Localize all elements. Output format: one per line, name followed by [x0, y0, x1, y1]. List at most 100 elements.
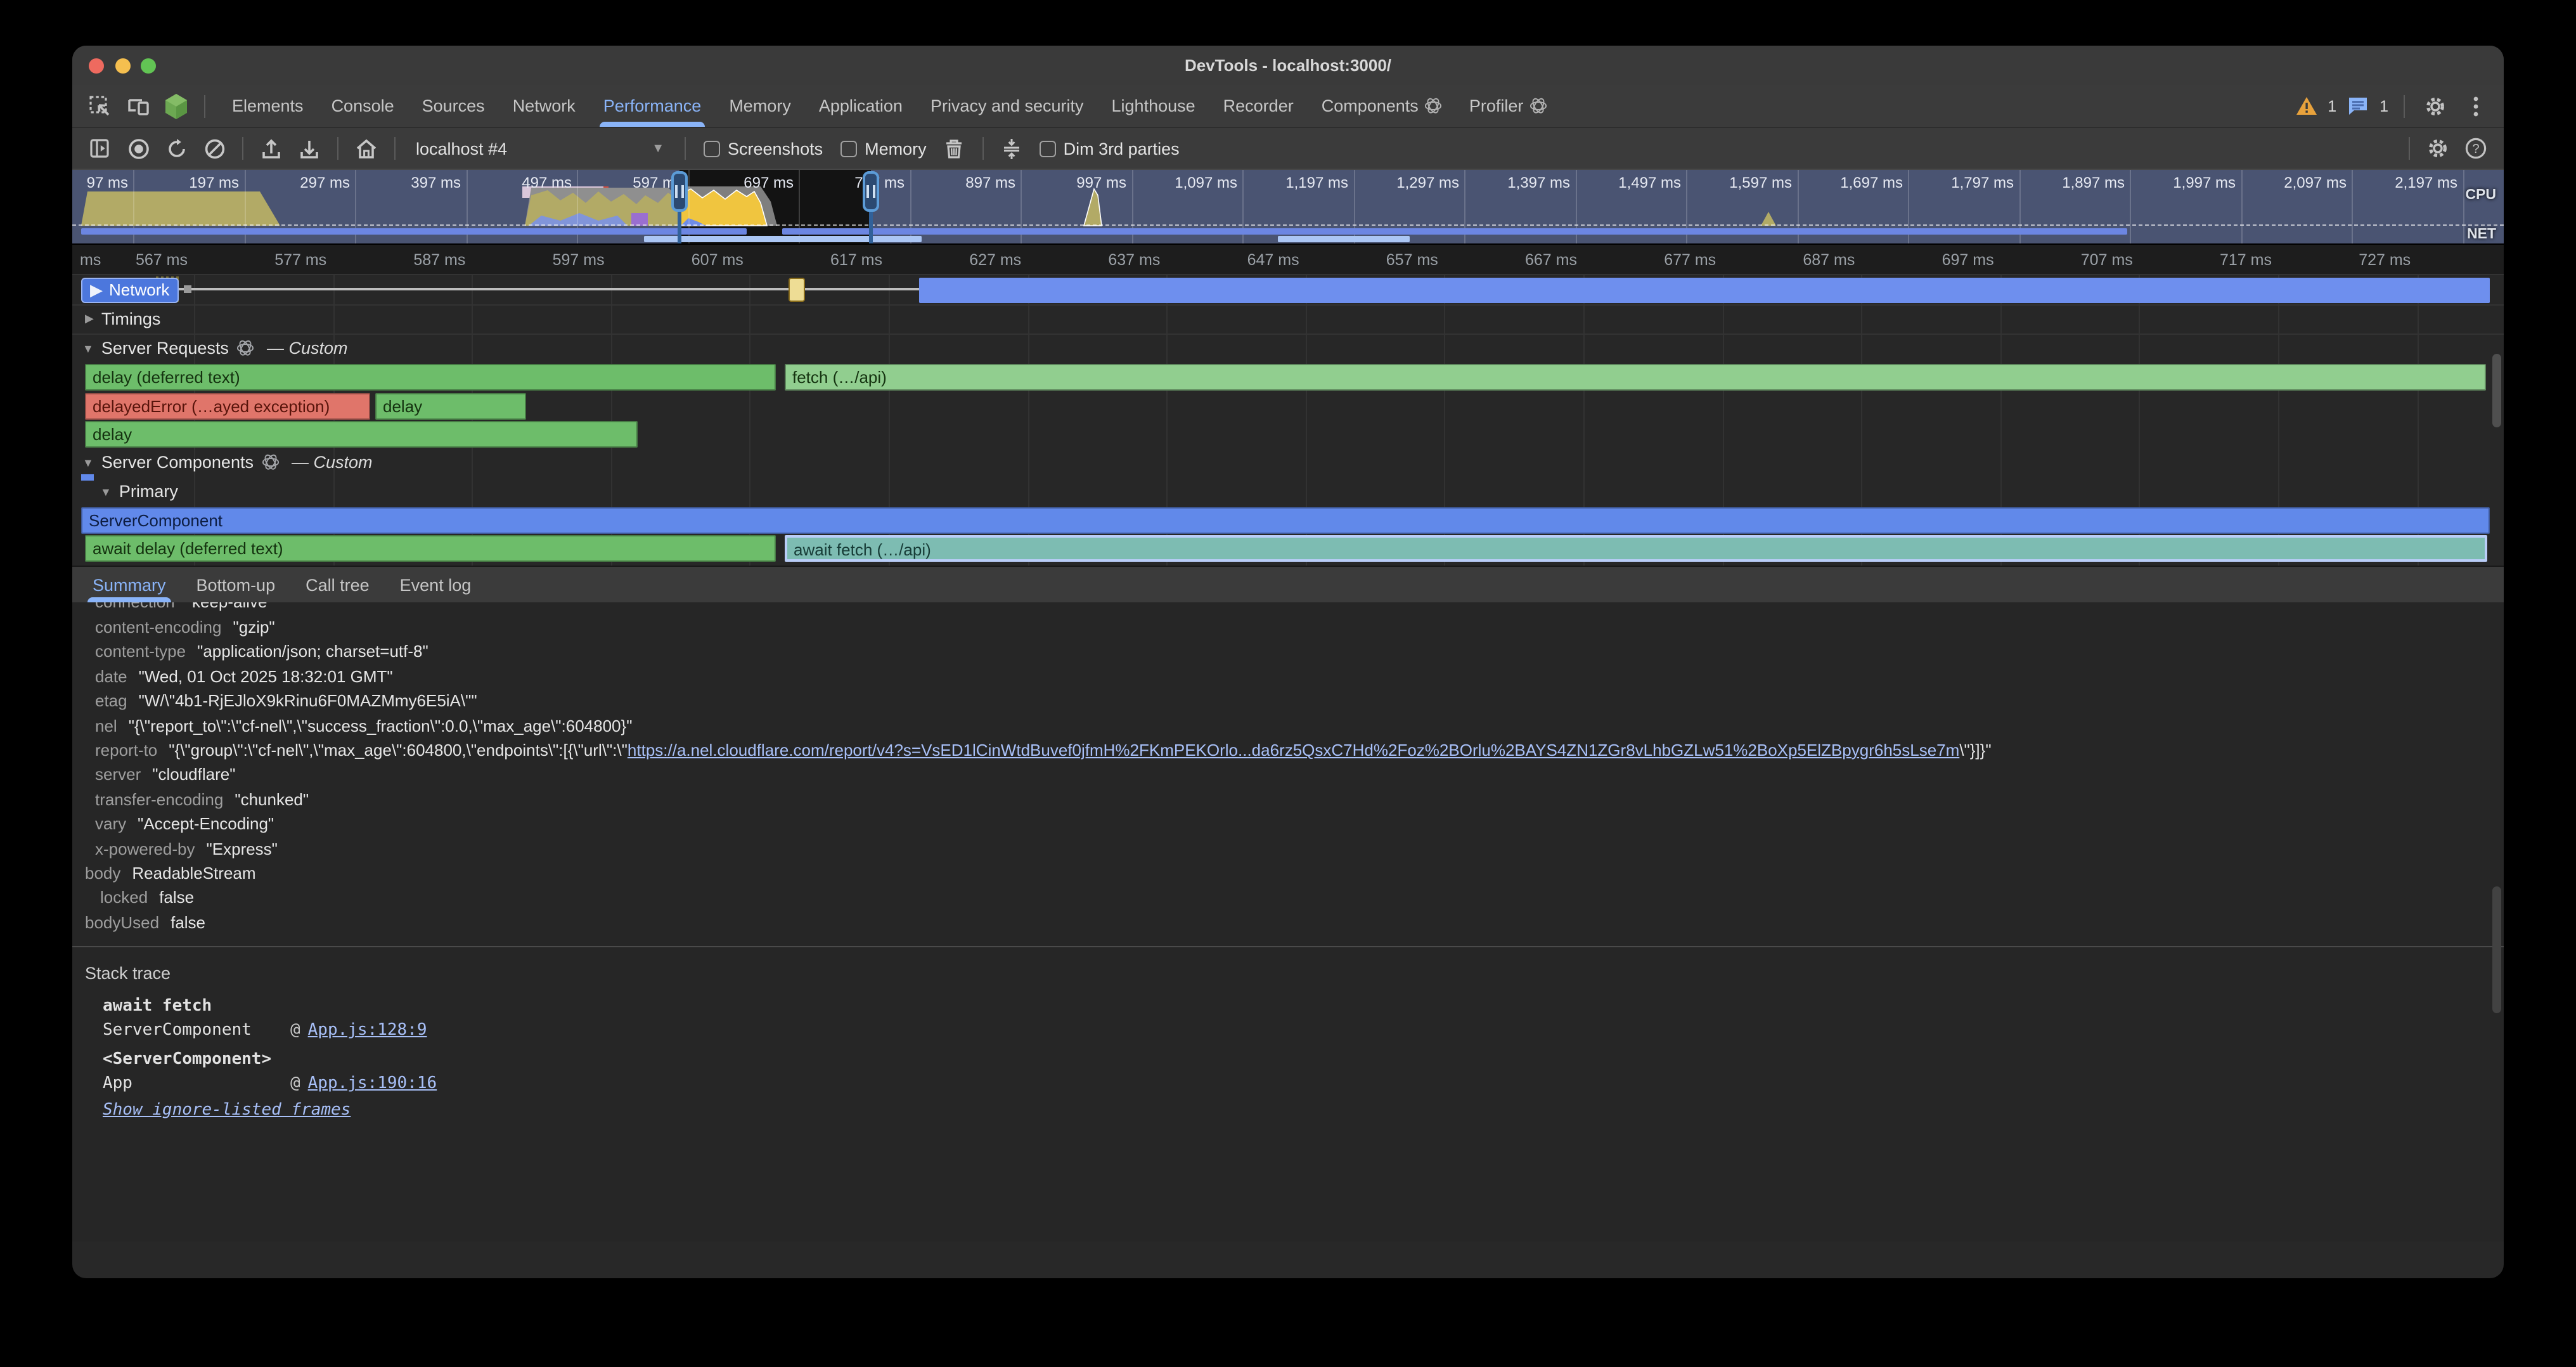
server-components-row-2: await delay (deferred text) await fetch (…	[72, 534, 2504, 563]
home-icon[interactable]	[351, 133, 382, 164]
device-toolbar-icon[interactable]	[123, 91, 153, 121]
tab-label: Components	[1322, 96, 1419, 115]
network-yellow-event[interactable]	[789, 278, 805, 302]
network-track-label[interactable]: ▶ Network	[81, 277, 178, 302]
summary-kv: content-encoding"gzip"	[85, 615, 2504, 640]
flame-scrollbar-thumb[interactable]	[2492, 354, 2501, 427]
summary-value: "gzip"	[233, 618, 275, 637]
zoom-window-button[interactable]	[141, 58, 156, 73]
tab-recorder[interactable]: Recorder	[1209, 85, 1308, 127]
summary-key: transfer-encoding	[95, 789, 223, 808]
record-and-reload-button[interactable]	[161, 133, 191, 164]
capture-settings-gear-icon[interactable]	[2423, 133, 2453, 164]
flame-chart[interactable]: ▶ Network ▶ Timings ▼ Server Requests — …	[72, 275, 2504, 566]
overview-tick-label: 2,197 ms	[2395, 174, 2463, 191]
network-blue-request[interactable]	[919, 277, 2490, 302]
upload-profile-icon[interactable]	[256, 133, 287, 164]
ruler-tick-label: 657 ms	[1386, 251, 1445, 269]
clear-button[interactable]	[199, 133, 229, 164]
disclosure-triangle-icon: ▶	[85, 312, 94, 326]
disclosure-triangle-icon: ▼	[82, 456, 94, 469]
help-icon[interactable]: ?	[2461, 133, 2491, 164]
summary-row: date"Wed, 01 Oct 2025 18:32:01 GMT"	[85, 664, 2504, 689]
timings-track-row[interactable]: ▶ Timings	[72, 304, 2504, 335]
flame-event-bar[interactable]: await fetch (…/api)	[785, 535, 2487, 562]
timeline-overview[interactable]: 97 ms197 ms297 ms397 ms497 ms597 ms697 m…	[72, 170, 2504, 243]
flame-event-bar[interactable]: delay	[85, 421, 638, 448]
summary-key: etag	[95, 691, 127, 710]
timeline-handle-left[interactable]	[671, 171, 688, 212]
disclosure-triangle-icon: ▶	[90, 280, 103, 300]
tab-lighthouse[interactable]: Lighthouse	[1098, 85, 1209, 127]
summary-key: body	[85, 864, 120, 883]
tab-label: Network	[513, 96, 576, 115]
server-requests-header-row[interactable]: ▼ Server Requests — Custom	[72, 334, 2504, 363]
flame-event-bar[interactable]: await delay (deferred text)	[85, 535, 776, 562]
flame-event-bar[interactable]: delay	[375, 393, 526, 420]
collect-garbage-icon[interactable]	[939, 133, 970, 164]
dim-3rd-parties-checkbox[interactable]: Dim 3rd parties	[1034, 139, 1185, 158]
flame-event-bar[interactable]: fetch (…/api)	[785, 364, 2486, 391]
overview-tick-label: 1,197 ms	[1285, 174, 1353, 191]
screenshots-checkbox[interactable]: Screenshots	[699, 139, 828, 158]
warning-count: 1	[2328, 97, 2336, 115]
kebab-menu-icon[interactable]	[2461, 91, 2491, 121]
overview-tick-label: 1,097 ms	[1175, 174, 1242, 191]
flame-event-bar[interactable]: ServerComponent	[81, 507, 2490, 534]
settings-gear-icon[interactable]	[2420, 91, 2450, 121]
tab-network[interactable]: Network	[499, 85, 589, 127]
overview-tick-label: 1,497 ms	[1618, 174, 1686, 191]
download-profile-icon[interactable]	[294, 133, 325, 164]
summary-row: transfer-encoding"chunked"	[85, 787, 2504, 812]
summary-row: content-encoding"gzip"	[85, 615, 2504, 640]
overview-gridline	[2463, 170, 2464, 243]
report-to-url-link[interactable]: https://a.nel.cloudflare.com/report/v4?s…	[628, 741, 1959, 760]
summary-kv: content-type"application/json; charset=u…	[85, 640, 2504, 664]
summary-key: nel	[95, 716, 117, 735]
minimize-window-button[interactable]	[115, 58, 130, 73]
close-window-button[interactable]	[89, 58, 104, 73]
history-select[interactable]: localhost #4 ▼	[408, 139, 672, 158]
tab-label: Elements	[232, 96, 304, 115]
tab-elements[interactable]: Elements	[218, 85, 318, 127]
flame-event-bar[interactable]: delayedError (…ayed exception)	[85, 393, 370, 420]
show-ignore-listed-frames-link[interactable]: Show ignore-listed frames	[103, 1100, 351, 1119]
details-tabbar: SummaryBottom-upCall treeEvent log	[72, 566, 2504, 602]
details-tab-bottom-up[interactable]: Bottom-up	[181, 567, 291, 602]
flame-event-bar[interactable]: delay (deferred text)	[85, 364, 776, 391]
collapse-rows-icon[interactable]	[996, 133, 1027, 164]
issues-message-icon[interactable]	[2347, 91, 2369, 121]
record-button[interactable]	[123, 133, 153, 164]
details-tab-summary[interactable]: Summary	[77, 567, 181, 602]
server-components-header-row[interactable]: ▼ Server Components — Custom	[72, 448, 2504, 477]
tab-components[interactable]: Components	[1308, 85, 1455, 127]
tab-label: Profiler	[1469, 96, 1524, 115]
primary-group-row[interactable]: ▼ Primary	[72, 477, 2504, 506]
inspect-element-icon[interactable]	[85, 91, 115, 121]
checkbox-label: Screenshots	[728, 139, 823, 158]
summary-value: ReadableStream	[132, 864, 255, 883]
timeline-ruler[interactable]: ms 567 ms577 ms587 ms597 ms607 ms617 ms6…	[72, 243, 2504, 275]
tab-sources[interactable]: Sources	[408, 85, 499, 127]
tab-console[interactable]: Console	[318, 85, 408, 127]
source-location-link[interactable]: App.js:128:9	[308, 1021, 427, 1040]
warning-icon[interactable]	[2295, 91, 2317, 121]
tab-profiler[interactable]: Profiler	[1455, 85, 1561, 127]
memory-checkbox[interactable]: Memory	[835, 139, 932, 158]
tab-memory[interactable]: Memory	[715, 85, 805, 127]
toggle-sidebar-icon[interactable]	[85, 133, 115, 164]
tab-application[interactable]: Application	[805, 85, 917, 127]
overview-tick-label: 497 ms	[522, 174, 577, 191]
details-tab-call-tree[interactable]: Call tree	[290, 567, 385, 602]
details-scrollbar-thumb[interactable]	[2492, 886, 2501, 1013]
disclosure-triangle-icon: ▼	[100, 485, 112, 498]
checkbox-box	[1040, 140, 1056, 157]
source-location-link[interactable]: App.js:190:16	[308, 1075, 437, 1094]
overview-gridline	[2130, 170, 2131, 243]
divider	[204, 94, 205, 117]
tab-privacy-and-security[interactable]: Privacy and security	[917, 85, 1098, 127]
tab-performance[interactable]: Performance	[589, 85, 716, 127]
track-label-text: Server Components	[101, 453, 254, 472]
details-tab-event-log[interactable]: Event log	[385, 567, 487, 602]
timeline-handle-right[interactable]	[863, 171, 879, 212]
